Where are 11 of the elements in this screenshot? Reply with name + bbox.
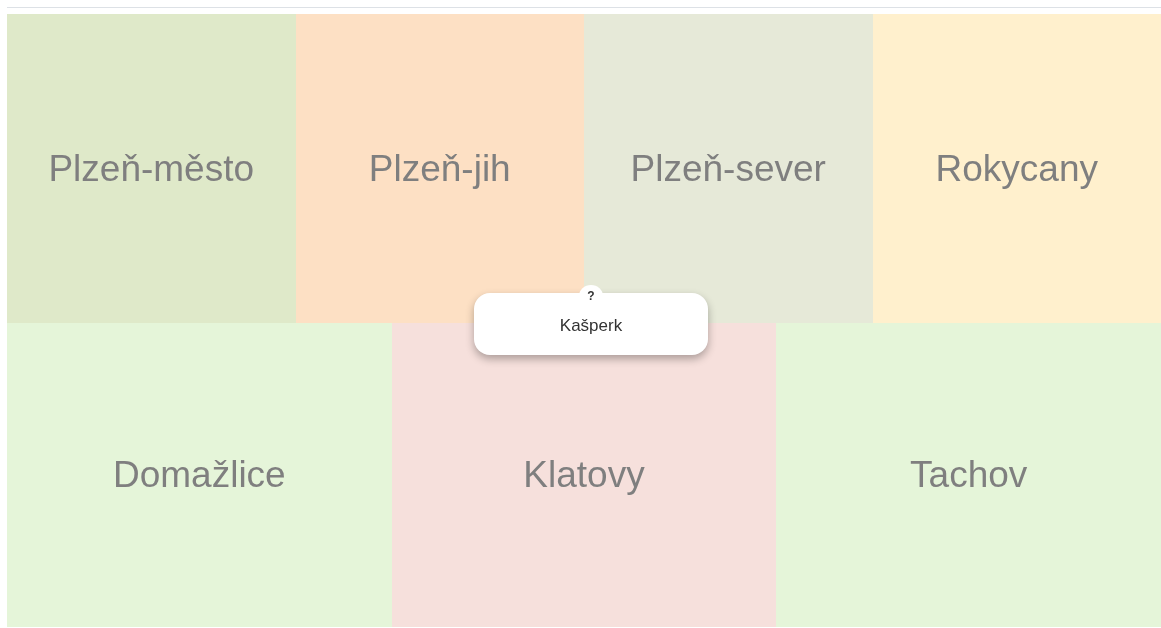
district-name: Domažlice bbox=[112, 453, 286, 498]
district-tile[interactable]: Rokycany bbox=[872, 14, 1161, 323]
district-tile[interactable]: Tachov bbox=[776, 323, 1161, 627]
district-tile[interactable]: Domažlice bbox=[7, 323, 392, 627]
district-name: Plzeň-město bbox=[48, 146, 255, 191]
district-tile[interactable]: Plzeň-město bbox=[7, 14, 296, 323]
district-name: Klatovy bbox=[523, 453, 645, 498]
district-name: Rokycany bbox=[935, 146, 1098, 191]
district-name: Tachov bbox=[910, 453, 1028, 498]
district-name: Plzeň-jih bbox=[368, 146, 511, 191]
district-name: Plzeň-sever bbox=[630, 146, 826, 191]
